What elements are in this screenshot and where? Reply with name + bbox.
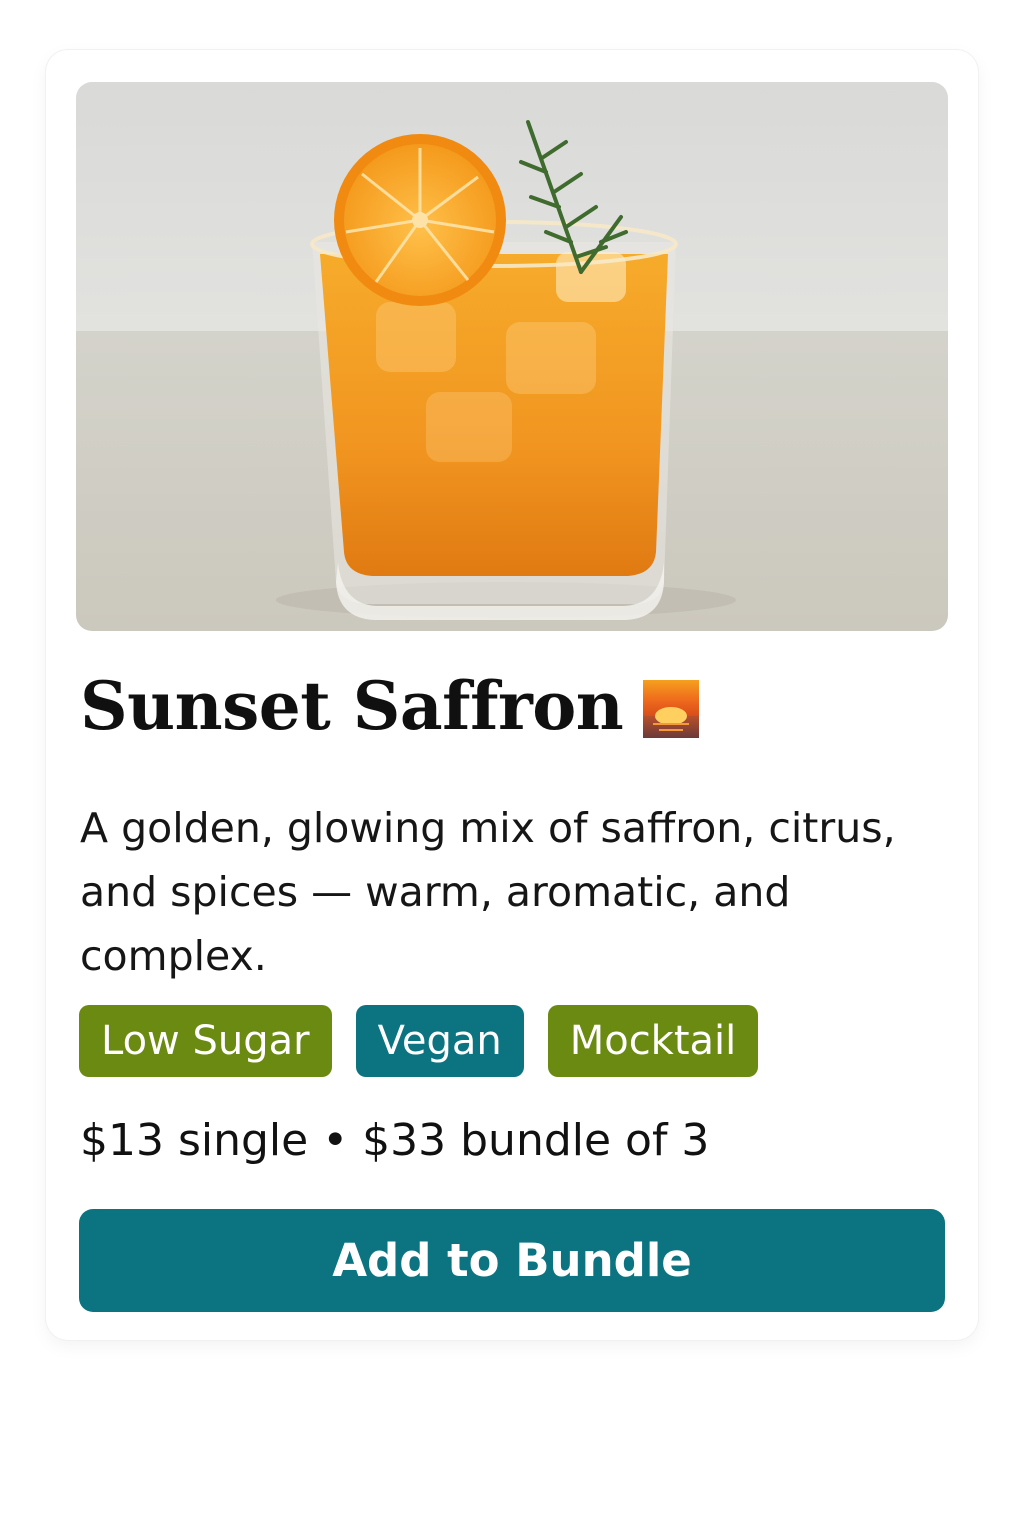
product-image <box>76 82 948 631</box>
product-title: Sunset Saffron <box>80 667 624 745</box>
tag-vegan: Vegan <box>355 1005 524 1077</box>
tag-mocktail: Mocktail <box>547 1005 759 1077</box>
sunset-icon <box>643 680 700 738</box>
price-text: $13 single • $33 bundle of 3 <box>80 1115 710 1166</box>
product-description: A golden, glowing mix of saffron, citrus… <box>80 804 896 980</box>
page: Sunset Saffron A golden, glowing mix of … <box>0 0 1024 1536</box>
tag-list: Low Sugar Vegan Mocktail <box>79 1005 759 1077</box>
title-row: Sunset Saffron <box>80 666 700 746</box>
add-to-bundle-button[interactable]: Add to Bundle <box>79 1209 945 1312</box>
product-card: Sunset Saffron A golden, glowing mix of … <box>46 50 978 1340</box>
tag-low-sugar: Low Sugar <box>79 1005 332 1077</box>
